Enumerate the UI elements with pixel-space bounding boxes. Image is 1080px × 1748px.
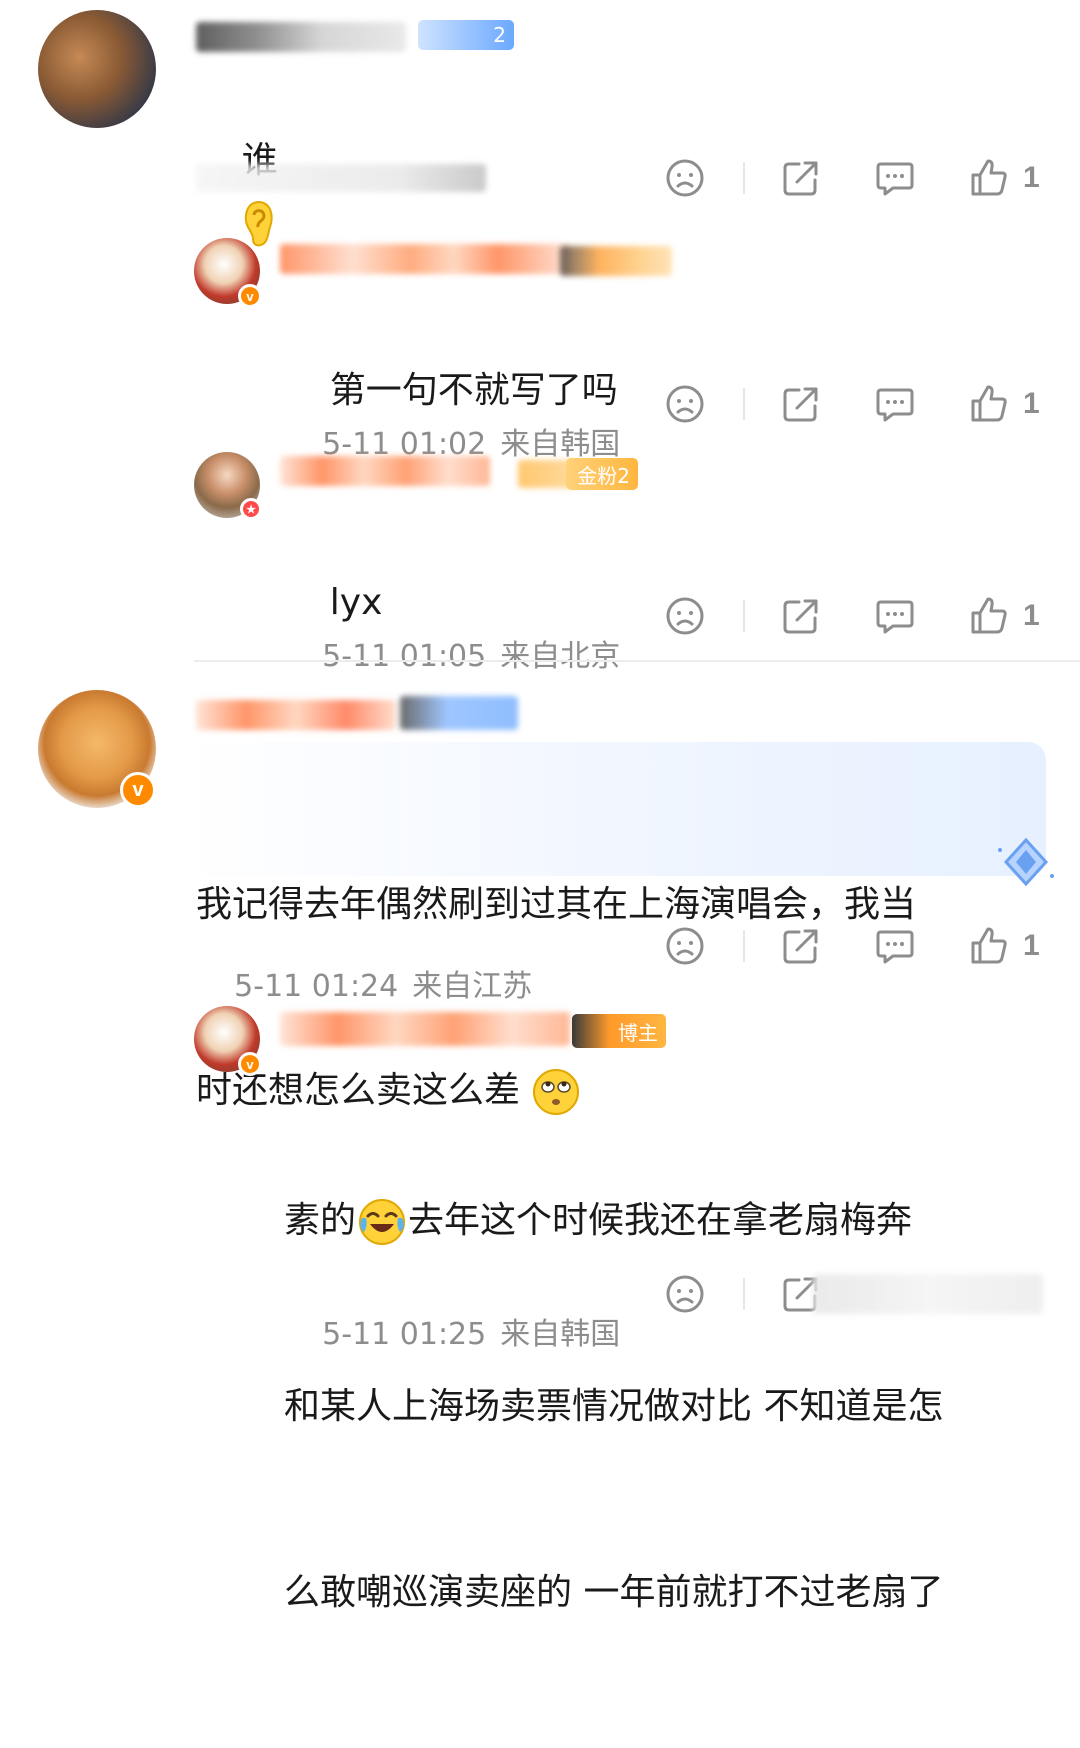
- fan-badge: 博主: [572, 1014, 666, 1048]
- username-redacted[interactable]: [280, 1012, 570, 1046]
- sad-face-icon: [666, 385, 704, 423]
- reply-button[interactable]: [873, 382, 917, 426]
- sad-face-icon: [666, 597, 704, 635]
- comment-icon: [876, 388, 914, 422]
- dislike-button[interactable]: [663, 382, 707, 426]
- diamond-icon: [998, 837, 1054, 887]
- reply-button[interactable]: [873, 924, 917, 968]
- divider: [743, 388, 745, 420]
- share-button[interactable]: [779, 924, 823, 968]
- location: 来自北京: [500, 639, 621, 674]
- share-icon: [783, 387, 818, 422]
- location: 来自韩国: [500, 427, 621, 462]
- fan-badge-level: 金粉2: [577, 463, 630, 488]
- username-redacted[interactable]: [280, 244, 570, 274]
- comment-text-fragment: 去年这个时候我还在拿老扇梅奔: [408, 1200, 913, 1241]
- dislike-button[interactable]: [663, 924, 707, 968]
- like-count: 1: [1023, 387, 1040, 420]
- comment-icon: [876, 162, 914, 196]
- username-redacted[interactable]: [196, 700, 396, 730]
- verified-badge: v: [238, 284, 262, 308]
- username-redacted[interactable]: [280, 456, 490, 486]
- sad-face-icon: [666, 1275, 704, 1313]
- share-button[interactable]: [779, 382, 823, 426]
- timestamp: 5-11 01:25: [322, 1317, 487, 1352]
- ear-emoji: [244, 200, 273, 247]
- thumbs-up-icon: [971, 385, 1007, 422]
- star-badge: ★: [240, 498, 262, 520]
- action-bar: [663, 1272, 1043, 1316]
- share-button[interactable]: [779, 594, 823, 638]
- comment-text-fragment: 素的: [284, 1200, 357, 1241]
- comment-text-line: 素的 去年这个时候我还在拿老扇梅奔: [284, 1190, 943, 1252]
- like-button[interactable]: [967, 924, 1011, 968]
- thumbs-up-icon: [971, 927, 1007, 964]
- comment-icon: [876, 930, 914, 964]
- divider: [743, 162, 745, 194]
- action-bar: 1: [663, 594, 1043, 638]
- divider: [743, 1278, 745, 1310]
- avatar[interactable]: [38, 10, 156, 128]
- thumbs-up-icon: [971, 159, 1007, 196]
- comment-meta: 5-11 01:25 来自韩国: [284, 1274, 620, 1388]
- comment-text-line: 么敢嘲巡演卖座的 一年前就打不过老扇了: [284, 1572, 944, 1613]
- action-bar: 1: [663, 382, 1043, 426]
- share-icon: [783, 161, 818, 196]
- sad-face-icon: [666, 927, 704, 965]
- verified-badge: v: [238, 1052, 262, 1076]
- action-bar: 1: [663, 924, 1043, 968]
- like-button[interactable]: [967, 156, 1011, 200]
- timestamp: 5-11 01:05: [322, 639, 487, 674]
- dislike-button[interactable]: [663, 1272, 707, 1316]
- action-bar: 1: [663, 156, 1043, 200]
- section-divider: [194, 660, 1080, 662]
- comment-text: 素的 去年这个时候我还在拿老扇梅奔 和某人上海场卖票情况做对比 不知道是怎 么敢…: [284, 1066, 943, 1748]
- divider: [743, 600, 745, 632]
- dislike-button[interactable]: [663, 594, 707, 638]
- thumbs-up-icon: [971, 597, 1007, 634]
- timestamp: 5-11 01:24: [234, 969, 399, 1004]
- watermark-redacted: [813, 1274, 1043, 1314]
- fan-badge: 金粉2: [566, 458, 638, 490]
- comment-meta: 5-11 01:05 来自北京: [284, 596, 620, 710]
- sad-face-icon: [666, 159, 704, 197]
- meta-redacted: [196, 164, 486, 192]
- like-button[interactable]: [967, 594, 1011, 638]
- fan-badge: 2: [418, 20, 514, 50]
- laughing-tears-emoji: [359, 1199, 406, 1245]
- divider: [743, 930, 745, 962]
- fan-badge-level: 博主: [618, 1020, 658, 1045]
- fan-badge-redacted: [560, 246, 672, 276]
- location: 来自江苏: [412, 969, 533, 1004]
- reply-button[interactable]: [873, 156, 917, 200]
- fan-badge-level: 2: [493, 23, 506, 47]
- comment-icon: [876, 600, 914, 634]
- location: 来自韩国: [500, 1317, 621, 1352]
- verified-badge: v: [120, 772, 156, 808]
- like-count: 1: [1023, 929, 1040, 962]
- share-icon: [783, 929, 818, 964]
- like-count: 1: [1023, 161, 1040, 194]
- like-count: 1: [1023, 599, 1040, 632]
- share-button[interactable]: [779, 156, 823, 200]
- share-icon: [783, 599, 818, 634]
- fan-badge-redacted: [400, 696, 518, 730]
- like-button[interactable]: [967, 382, 1011, 426]
- reply-button[interactable]: [873, 594, 917, 638]
- dislike-button[interactable]: [663, 156, 707, 200]
- username-redacted[interactable]: [196, 22, 406, 52]
